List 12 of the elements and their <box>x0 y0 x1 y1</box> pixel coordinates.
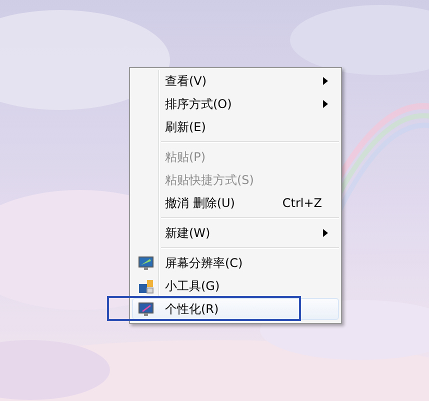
menu-item[interactable]: 新建(W) <box>132 222 339 244</box>
menu-item[interactable]: 小工具(G) <box>132 275 339 297</box>
gadgets-icon <box>138 278 154 294</box>
menu-item[interactable]: 个性化(R) <box>132 298 339 320</box>
menu-item[interactable]: 查看(V) <box>132 70 339 92</box>
shortcut-text: Ctrl+Z <box>282 196 322 210</box>
menu-item[interactable]: 排序方式(O) <box>132 93 339 115</box>
monitor-icon <box>138 256 154 270</box>
menu-item[interactable]: 刷新(E) <box>132 116 339 138</box>
monitor-brush-icon <box>138 302 154 316</box>
menu-item[interactable]: 屏幕分辨率(C) <box>132 252 339 274</box>
menu-item[interactable]: 撤消 删除(U) Ctrl+Z <box>132 192 339 214</box>
